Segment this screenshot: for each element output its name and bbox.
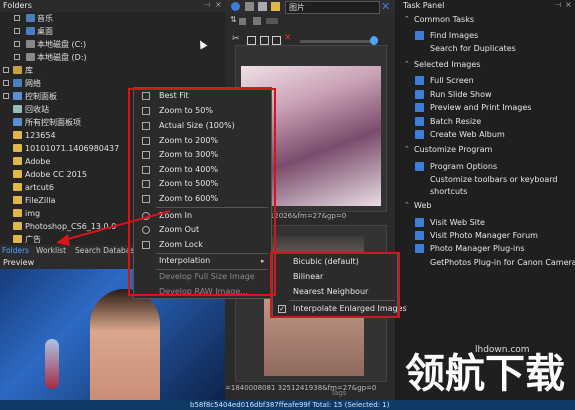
status-text: b58f8c5404ed016dbf387ffeafe99f Total: 15… [190,401,390,409]
annotation-arrow [56,210,171,246]
status-bar: b58f8c5404ed016dbf387ffeafe99f Total: 15… [0,389,575,410]
tags-label[interactable]: Tags [331,388,347,398]
